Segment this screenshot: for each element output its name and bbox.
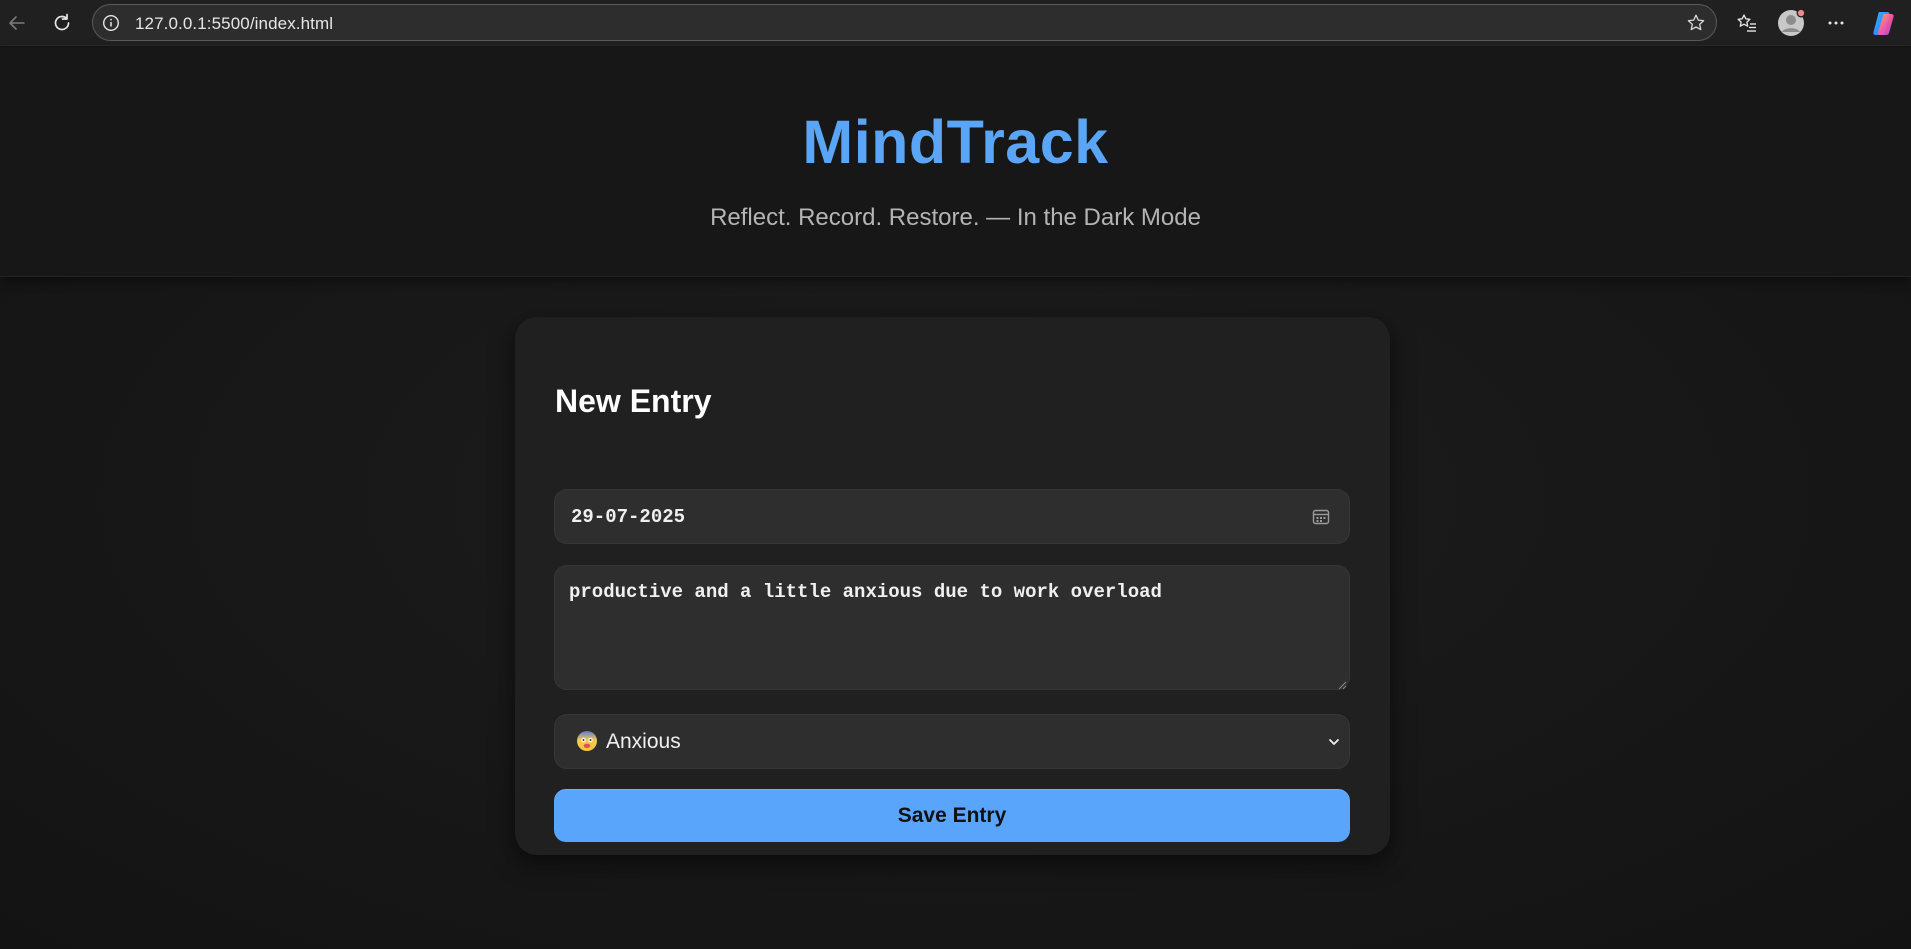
browser-toolbar: 127.0.0.1:5500/index.html (0, 0, 1911, 46)
mood-select[interactable]: Anxious (554, 714, 1350, 769)
date-input[interactable]: 29-07-2025 (554, 489, 1350, 544)
site-info-icon[interactable] (102, 14, 120, 32)
address-bar[interactable]: 127.0.0.1:5500/index.html (92, 4, 1717, 41)
site-title: MindTrack (802, 108, 1109, 176)
site-header: MindTrack Reflect. Record. Restore. — In… (0, 47, 1911, 277)
refresh-icon[interactable] (45, 6, 79, 40)
more-icon[interactable] (1819, 6, 1853, 40)
date-value[interactable]: 29-07-2025 (571, 506, 685, 528)
mood-selected-value[interactable]: Anxious (606, 730, 681, 754)
save-entry-button[interactable]: Save Entry (554, 789, 1350, 842)
page-body: MindTrack Reflect. Record. Restore. — In… (0, 47, 1911, 949)
profile-avatar-icon[interactable] (1774, 6, 1808, 40)
card-heading: New Entry (555, 383, 712, 419)
url-text[interactable]: 127.0.0.1:5500/index.html (135, 14, 333, 34)
chevron-down-icon[interactable] (1327, 735, 1341, 749)
resize-grip-icon[interactable] (1337, 677, 1347, 690)
journal-text[interactable]: productive and a little anxious due to w… (569, 581, 1329, 603)
calendar-icon[interactable] (1311, 507, 1331, 527)
back-arrow-icon[interactable] (0, 6, 34, 40)
copilot-icon[interactable] (1867, 6, 1901, 40)
anxious-face-icon (576, 730, 598, 752)
journal-textarea[interactable]: productive and a little anxious due to w… (554, 565, 1350, 690)
site-tagline: Reflect. Record. Restore. — In the Dark … (710, 204, 1201, 231)
favorite-star-icon[interactable] (1686, 13, 1706, 33)
new-entry-card: New Entry 29-07-2025 productive and a li… (515, 317, 1390, 855)
favorites-icon[interactable] (1730, 6, 1764, 40)
